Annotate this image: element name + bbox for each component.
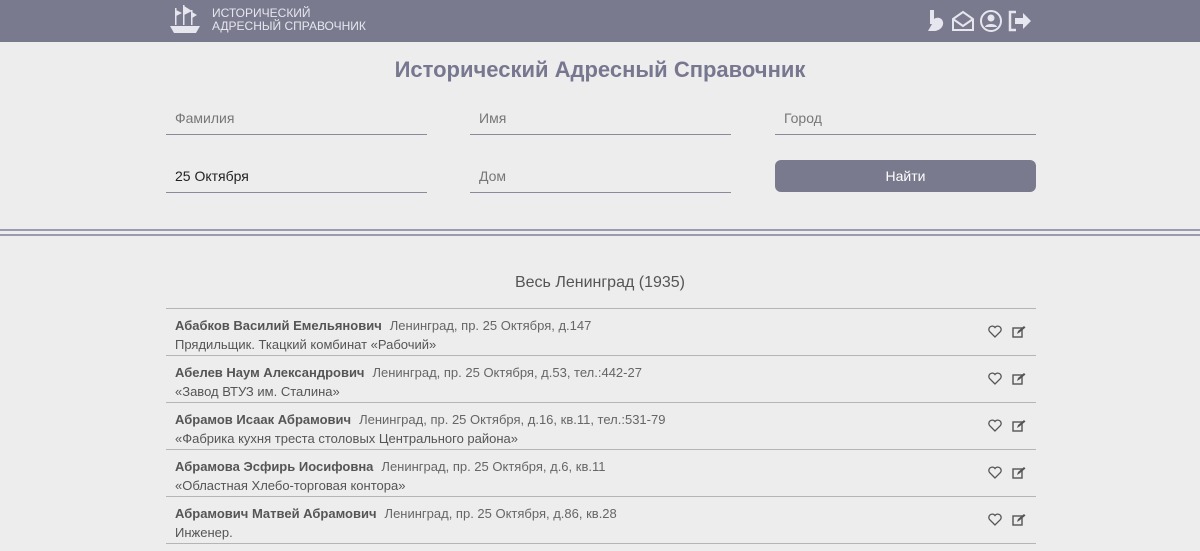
person-occupation: «Завод ВТУЗ им. Сталина» xyxy=(175,384,340,399)
edit-icon[interactable] xyxy=(1012,325,1026,339)
heart-icon[interactable] xyxy=(988,372,1002,385)
heart-icon[interactable] xyxy=(988,325,1002,338)
result-row[interactable]: Абрамович Матвей Абрамович Ленинград, пр.… xyxy=(166,497,1036,544)
ship-logo-icon xyxy=(170,5,200,33)
heart-icon[interactable] xyxy=(988,419,1002,432)
person-name: Абелев Наум Александрович xyxy=(175,365,365,380)
person-occupation: Инженер. xyxy=(175,525,233,540)
find-button[interactable]: Найти xyxy=(775,160,1036,192)
person-occupation: Прядильщик. Ткацкий комбинат «Рабочий» xyxy=(175,337,437,352)
heart-icon[interactable] xyxy=(988,466,1002,479)
edit-icon[interactable] xyxy=(1012,372,1026,386)
divider xyxy=(0,234,1200,236)
person-address: Ленинград, пр. 25 Октября, д.16, кв.11, … xyxy=(359,412,666,427)
mail-icon[interactable] xyxy=(951,9,975,33)
house-input[interactable]: Дом xyxy=(470,159,731,193)
person-address: Ленинград, пр. 25 Октября, д.86, кв.28 xyxy=(384,506,617,521)
heart-icon[interactable] xyxy=(988,513,1002,526)
top-bar: Исторический Адресный справочник xyxy=(0,0,1200,42)
divider xyxy=(0,229,1200,231)
edit-icon[interactable] xyxy=(1012,419,1026,433)
street-input[interactable]: 25 Октября xyxy=(166,159,427,193)
logout-icon[interactable] xyxy=(1007,9,1033,33)
person-name: Абрамова Эсфирь Иосифовна xyxy=(175,459,374,474)
result-row[interactable]: Абабков Василий Емельянович Ленинград, пр… xyxy=(166,309,1036,356)
result-row[interactable]: Абрамов Исаак Абрамович Ленинград, пр. 25… xyxy=(166,403,1036,450)
result-row[interactable]: Абрамова Эсфирь Иосифовна Ленинград, пр. … xyxy=(166,450,1036,497)
person-name: Абабков Василий Емельянович xyxy=(175,318,382,333)
person-address: Ленинград, пр. 25 Октября, д.147 xyxy=(389,318,592,333)
b-logo-icon[interactable] xyxy=(925,8,947,34)
logo-line-2: Адресный справочник xyxy=(212,19,366,33)
section-title: Весь Ленинград (1935) xyxy=(514,274,686,291)
person-name: Абрамович Матвей Абрамович xyxy=(175,506,377,521)
page-title: Исторический Адресный Справочник xyxy=(394,57,806,82)
city-input[interactable]: Город xyxy=(775,101,1036,135)
person-occupation: «Областная Хлебо-торговая контора» xyxy=(175,478,406,493)
result-row[interactable]: Абелев Наум Александрович Ленинград, пр. … xyxy=(166,356,1036,403)
person-name: Абрамов Исаак Абрамович xyxy=(175,412,352,427)
edit-icon[interactable] xyxy=(1012,513,1026,527)
edit-icon[interactable] xyxy=(1012,466,1026,480)
person-address: Ленинград, пр. 25 Октября, д.6, кв.11 xyxy=(381,459,606,474)
surname-input[interactable]: Фамилия xyxy=(166,101,427,135)
user-icon[interactable] xyxy=(979,9,1003,33)
results-list: Абабков Василий Емельянович Ленинград, пр… xyxy=(166,308,1036,544)
person-address: Ленинград, пр. 25 Октября, д.53, тел.:44… xyxy=(372,365,642,380)
first-name-input[interactable]: Имя xyxy=(470,101,731,135)
person-occupation: «Фабрика кухня треста столовых Центральн… xyxy=(175,431,518,446)
logo[interactable]: Исторический Адресный справочник xyxy=(166,4,366,36)
